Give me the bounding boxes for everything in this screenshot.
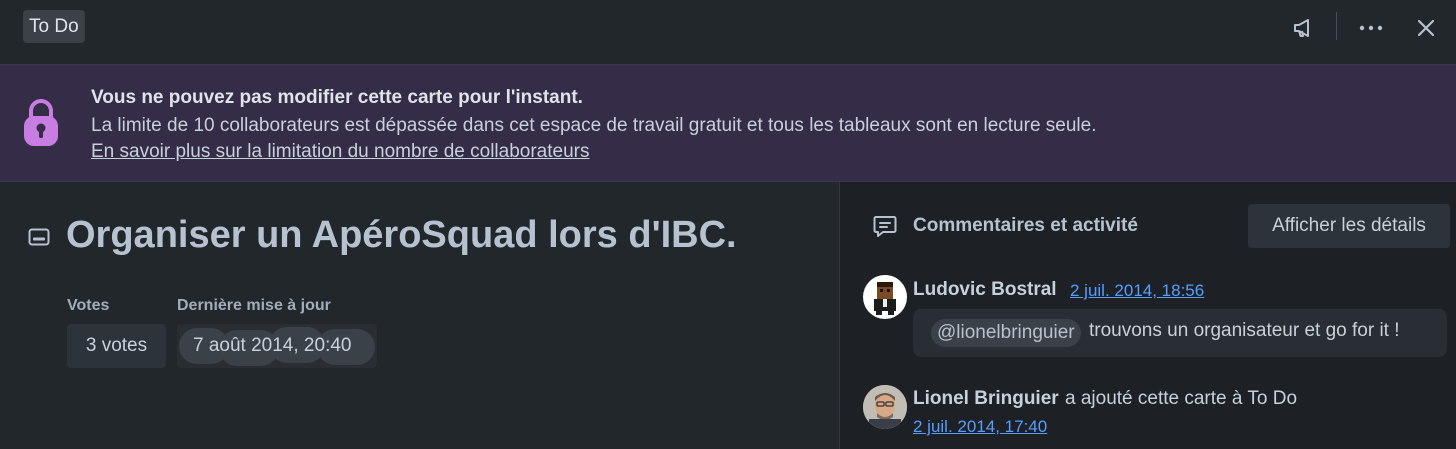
card-title: Organiser un ApéroSquad lors d'IBC. xyxy=(66,214,737,256)
comment-text: trouvons un organisateur et go for it ! xyxy=(1089,320,1400,341)
mention-chip[interactable]: @lionelbringuier xyxy=(931,319,1081,347)
last-updated-label: Dernière mise à jour xyxy=(177,297,331,314)
last-updated-value: 7 août 2014, 20:40 xyxy=(177,324,377,368)
votes-label: Votes xyxy=(67,297,110,314)
activity-author[interactable]: Lionel Bringuier xyxy=(913,388,1059,410)
activity-title: Commentaires et activité xyxy=(913,215,1138,236)
votes-button[interactable]: 3 votes xyxy=(67,324,166,368)
comment-author[interactable]: Ludovic Bostral xyxy=(913,279,1057,301)
card-icon xyxy=(28,228,50,246)
more-icon[interactable] xyxy=(1355,12,1387,44)
close-icon[interactable] xyxy=(1410,12,1442,44)
list-name-chip[interactable]: To Do xyxy=(23,10,85,43)
show-details-button[interactable]: Afficher les détails xyxy=(1248,204,1450,248)
collaborator-limit-link[interactable]: En savoir plus sur la limitation du nomb… xyxy=(91,141,589,163)
avatar[interactable] xyxy=(863,275,907,319)
activity-panel: Commentaires et activité Afficher les dé… xyxy=(839,182,1456,449)
megaphone-icon[interactable] xyxy=(1288,12,1320,44)
banner-title: Vous ne pouvez pas modifier cette carte … xyxy=(91,87,583,108)
activity-action-text: a ajouté cette carte à To Do xyxy=(1065,388,1298,409)
comments-icon xyxy=(873,216,897,237)
card-header: To Do xyxy=(0,0,1456,64)
avatar[interactable] xyxy=(863,385,907,429)
banner-message: La limite de 10 collaborateurs est dépas… xyxy=(91,115,1097,136)
last-updated-text: 7 août 2014, 20:40 xyxy=(193,335,352,356)
read-only-banner: Vous ne pouvez pas modifier cette carte … xyxy=(0,64,1456,182)
comment-body: @lionelbringuier trouvons un organisateu… xyxy=(913,309,1447,357)
header-divider xyxy=(1336,12,1337,40)
activity-timestamp-link[interactable]: 2 juil. 2014, 17:40 xyxy=(913,417,1047,437)
lock-icon xyxy=(24,99,58,146)
comment-timestamp-link[interactable]: 2 juil. 2014, 18:56 xyxy=(1070,281,1204,301)
